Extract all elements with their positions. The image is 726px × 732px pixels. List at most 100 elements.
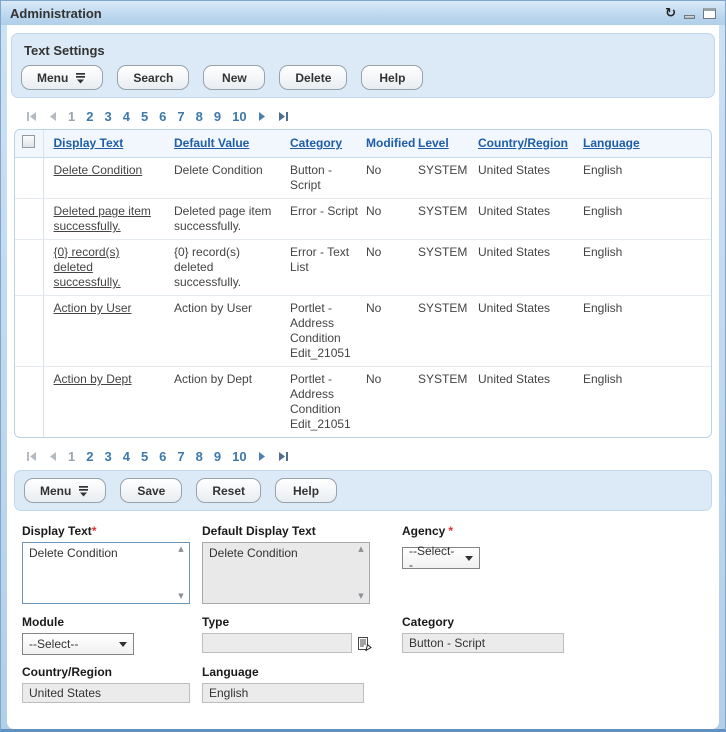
pagination-page[interactable]: 9: [214, 449, 221, 464]
menu-dropdown-icon: [74, 72, 87, 84]
maximize-icon[interactable]: [703, 8, 716, 19]
cell-display-text-link[interactable]: Delete Condition: [54, 163, 143, 177]
table-row: Action by Dept Action by Dept Portlet - …: [15, 367, 711, 438]
search-button[interactable]: Search: [117, 65, 189, 90]
first-page-icon[interactable]: [26, 451, 37, 462]
cell-display-text-link[interactable]: Action by User: [54, 301, 132, 315]
pagination-page[interactable]: 9: [214, 109, 221, 124]
help-button[interactable]: Help: [361, 65, 423, 90]
agency-select-value: --Select--: [409, 544, 457, 572]
pagination-page[interactable]: 6: [159, 109, 166, 124]
column-header-category[interactable]: Category: [290, 136, 342, 150]
pagination-page[interactable]: 3: [104, 109, 111, 124]
language-input: English: [202, 683, 364, 703]
delete-button[interactable]: Delete: [279, 65, 347, 90]
cell-default-value: {0} record(s) deleted successfully.: [174, 245, 241, 289]
pagination-page[interactable]: 2: [86, 449, 93, 464]
textarea-scrollbar[interactable]: ▲ ▼: [174, 544, 188, 602]
cell-level: SYSTEM: [418, 245, 467, 259]
administration-window: Administration ↻ Text Settings Menu Sear…: [0, 0, 726, 732]
prev-page-icon[interactable]: [48, 451, 57, 462]
required-asterisk: *: [448, 524, 453, 538]
pagination-page[interactable]: 8: [196, 109, 203, 124]
first-page-icon[interactable]: [26, 111, 37, 122]
minimize-icon[interactable]: [684, 15, 695, 19]
last-page-icon[interactable]: [278, 451, 289, 462]
text-settings-panel: Text Settings Menu Search New Delete Hel…: [11, 33, 715, 98]
pagination-page[interactable]: 3: [104, 449, 111, 464]
cell-display-text-link[interactable]: {0} record(s) deleted successfully.: [54, 245, 121, 289]
textarea-scrollbar: ▲ ▼: [354, 544, 368, 602]
pagination-page[interactable]: 7: [177, 109, 184, 124]
column-header-level[interactable]: Level: [418, 136, 449, 150]
category-label: Category: [402, 615, 715, 630]
window-title: Administration: [10, 6, 665, 21]
form-help-button[interactable]: Help: [275, 478, 337, 503]
cell-country: United States: [478, 301, 550, 315]
module-label: Module: [22, 615, 202, 630]
pagination-page[interactable]: 5: [141, 109, 148, 124]
module-select[interactable]: --Select--: [22, 633, 134, 655]
column-header-display-text[interactable]: Display Text: [54, 136, 124, 150]
cell-country: United States: [478, 204, 550, 218]
next-page-icon[interactable]: [258, 111, 267, 122]
cell-default-value: Deleted page item successfully.: [174, 204, 271, 233]
refresh-icon[interactable]: ↻: [665, 7, 676, 20]
country-label: Country/Region: [22, 665, 202, 680]
default-display-text-label: Default Display Text: [202, 524, 402, 539]
cell-language: English: [583, 245, 622, 259]
cell-modified: No: [366, 163, 381, 177]
module-select-value: --Select--: [29, 637, 78, 651]
pagination-page[interactable]: 10: [232, 109, 246, 124]
pagination-page[interactable]: 8: [196, 449, 203, 464]
required-asterisk: *: [92, 524, 97, 538]
default-display-text-value: Delete Condition: [203, 543, 369, 564]
type-input: [202, 633, 352, 653]
pagination-page[interactable]: 6: [159, 449, 166, 464]
scroll-up-icon[interactable]: ▲: [178, 546, 183, 553]
text-setting-form: Display Text* Delete Condition ▲ ▼ Defau…: [11, 511, 715, 703]
column-header-modified: Modified: [366, 136, 415, 150]
column-header-language[interactable]: Language: [583, 136, 640, 150]
prev-page-icon[interactable]: [48, 111, 57, 122]
pagination-page-current: 1: [68, 449, 75, 464]
form-menu-button[interactable]: Menu: [24, 478, 106, 503]
titlebar: Administration ↻: [1, 1, 725, 25]
lookup-icon[interactable]: [357, 636, 372, 651]
next-page-icon[interactable]: [258, 451, 267, 462]
scroll-up-icon: ▲: [358, 546, 363, 553]
column-header-default-value[interactable]: Default Value: [174, 136, 249, 150]
scroll-down-icon[interactable]: ▼: [178, 593, 183, 600]
cell-level: SYSTEM: [418, 301, 467, 315]
save-button[interactable]: Save: [120, 478, 182, 503]
cell-language: English: [583, 372, 622, 386]
cell-modified: No: [366, 301, 381, 315]
last-page-icon[interactable]: [278, 111, 289, 122]
pagination-page[interactable]: 4: [123, 109, 130, 124]
menu-button[interactable]: Menu: [21, 65, 103, 90]
cell-level: SYSTEM: [418, 204, 467, 218]
cell-category: Portlet - Address Condition Edit_21051: [290, 372, 351, 431]
cell-default-value: Action by Dept: [174, 372, 252, 386]
new-button[interactable]: New: [203, 65, 265, 90]
select-arrow-icon: [119, 642, 127, 647]
display-text-textarea[interactable]: Delete Condition ▲ ▼: [22, 542, 190, 604]
reset-button[interactable]: Reset: [196, 478, 261, 503]
table-header-row: Display Text Default Value Category Modi…: [15, 130, 711, 158]
pagination-page[interactable]: 4: [123, 449, 130, 464]
select-all-checkbox[interactable]: [22, 135, 35, 148]
header-check-cell: [15, 130, 43, 158]
agency-select[interactable]: --Select--: [402, 547, 480, 569]
cell-display-text-link[interactable]: Deleted page item successfully.: [54, 204, 151, 233]
cell-modified: No: [366, 372, 381, 386]
column-header-country[interactable]: Country/Region: [478, 136, 568, 150]
row-check-cell: [15, 158, 43, 199]
pagination-page[interactable]: 10: [232, 449, 246, 464]
pagination-page[interactable]: 5: [141, 449, 148, 464]
cell-language: English: [583, 301, 622, 315]
display-text-value: Delete Condition: [23, 543, 189, 564]
pagination-page[interactable]: 7: [177, 449, 184, 464]
form-menu-button-label: Menu: [40, 484, 71, 498]
cell-display-text-link[interactable]: Action by Dept: [54, 372, 132, 386]
pagination-page[interactable]: 2: [86, 109, 93, 124]
